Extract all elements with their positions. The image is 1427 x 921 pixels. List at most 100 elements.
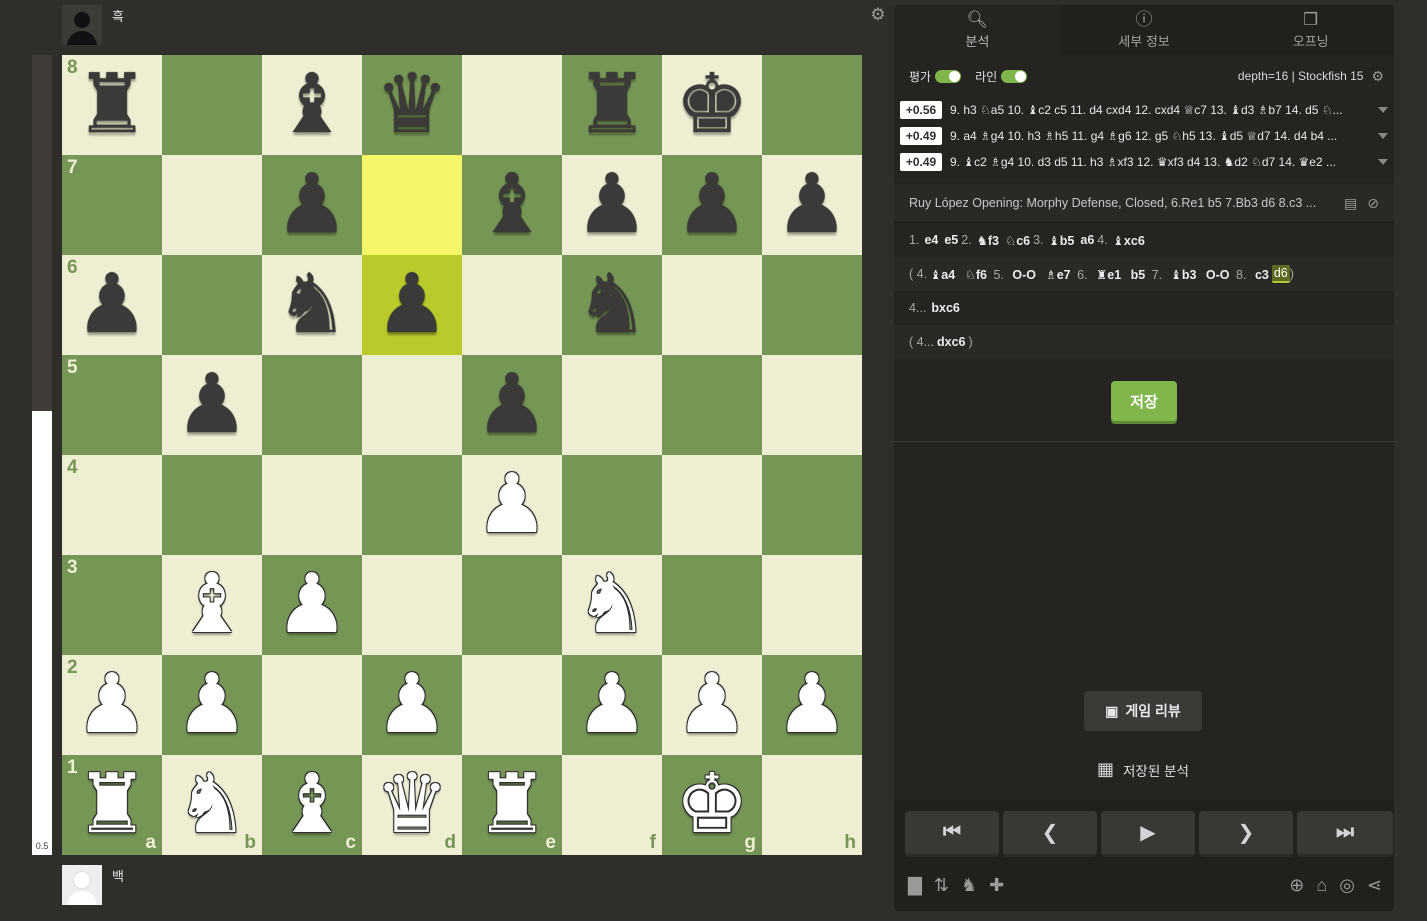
square-c6[interactable]: ♞ bbox=[262, 255, 362, 355]
square-d2[interactable]: ♟ bbox=[362, 655, 462, 755]
square-f8[interactable]: ♜ bbox=[562, 55, 662, 155]
black-knight-piece[interactable]: ♞ bbox=[275, 264, 349, 346]
white-pawn-piece[interactable]: ♟ bbox=[775, 664, 849, 746]
move[interactable]: ♝b3 bbox=[1171, 268, 1197, 282]
square-h6[interactable] bbox=[762, 255, 862, 355]
move[interactable]: ♝a4 bbox=[930, 268, 955, 282]
square-a3[interactable]: 3 bbox=[62, 555, 162, 655]
square-c5[interactable] bbox=[262, 355, 362, 455]
square-e7[interactable]: ♝ bbox=[462, 155, 562, 255]
expand-line-chevron-down-icon[interactable] bbox=[1378, 159, 1388, 165]
white-king-piece[interactable]: ♚ bbox=[675, 764, 749, 846]
move[interactable]: e5 bbox=[944, 233, 958, 247]
engine-line[interactable]: +0.49 9. a4 ♗g4 10. h3 ♗h5 11. g4 ♗g6 12… bbox=[894, 123, 1394, 149]
engine-line-moves[interactable]: 9. ♝c2 ♗g4 10. d3 d5 11. h3 ♗xf3 12. ♛xf… bbox=[950, 155, 1372, 169]
square-f4[interactable] bbox=[562, 455, 662, 555]
flip-board-icon[interactable]: ⇅ bbox=[934, 875, 949, 895]
white-player-avatar[interactable] bbox=[62, 865, 102, 905]
square-f3[interactable]: ♞ bbox=[562, 555, 662, 655]
square-d3[interactable] bbox=[362, 555, 462, 655]
move[interactable]: ♗e7 bbox=[1046, 268, 1071, 282]
move[interactable]: ♝xc6 bbox=[1113, 233, 1145, 248]
play-button[interactable]: ▶ bbox=[1101, 811, 1195, 857]
black-bishop-piece[interactable]: ♝ bbox=[475, 164, 549, 246]
tab-openings[interactable]: ❒ 오프닝 bbox=[1227, 5, 1394, 55]
engine-line-moves[interactable]: 9. h3 ♘a5 10. ♝c2 c5 11. d4 cxd4 12. cxd… bbox=[950, 103, 1372, 117]
black-king-piece[interactable]: ♚ bbox=[675, 64, 749, 146]
compass-icon[interactable]: ⊘ bbox=[1367, 195, 1379, 212]
black-pawn-piece[interactable]: ♟ bbox=[75, 264, 149, 346]
opening-name[interactable]: Ruy López Opening: Morphy Defense, Close… bbox=[909, 196, 1334, 210]
black-player-avatar[interactable] bbox=[62, 5, 102, 45]
white-rook-piece[interactable]: ♜ bbox=[475, 764, 549, 846]
engine-line[interactable]: +0.49 9. ♝c2 ♗g4 10. d3 d5 11. h3 ♗xf3 1… bbox=[894, 149, 1394, 175]
white-pawn-piece[interactable]: ♟ bbox=[475, 464, 549, 546]
save-button[interactable]: 저장 bbox=[1111, 381, 1177, 421]
square-f6[interactable]: ♞ bbox=[562, 255, 662, 355]
square-g3[interactable] bbox=[662, 555, 762, 655]
engine-line-moves[interactable]: 9. a4 ♗g4 10. h3 ♗h5 11. g4 ♗g6 12. g5 ♘… bbox=[950, 129, 1372, 143]
share-icon[interactable]: ⋖ bbox=[1367, 875, 1382, 895]
square-h1[interactable]: h bbox=[762, 755, 862, 855]
black-pawn-piece[interactable]: ♟ bbox=[175, 364, 249, 446]
square-e5[interactable]: ♟ bbox=[462, 355, 562, 455]
engine-settings-gear-icon[interactable]: ⚙ bbox=[1371, 68, 1384, 85]
square-c8[interactable]: ♝ bbox=[262, 55, 362, 155]
black-queen-piece[interactable]: ♛ bbox=[375, 64, 449, 146]
square-e3[interactable] bbox=[462, 555, 562, 655]
board-settings-gear-icon[interactable]: ⚙ bbox=[869, 6, 887, 24]
white-knight-piece[interactable]: ♞ bbox=[575, 564, 649, 646]
move[interactable]: ♘f6 bbox=[965, 268, 987, 282]
book-icon[interactable]: ▤ bbox=[1344, 195, 1357, 212]
square-e2[interactable] bbox=[462, 655, 562, 755]
white-pawn-piece[interactable]: ♟ bbox=[575, 664, 649, 746]
square-g6[interactable] bbox=[662, 255, 762, 355]
square-g8[interactable]: ♚ bbox=[662, 55, 762, 155]
move[interactable]: ♞f3 bbox=[977, 233, 999, 248]
pieces-icon[interactable]: ♞ bbox=[961, 875, 977, 895]
move[interactable]: O-O bbox=[1206, 268, 1230, 282]
square-d8[interactable]: ♛ bbox=[362, 55, 462, 155]
black-pawn-piece[interactable]: ♟ bbox=[675, 164, 749, 246]
square-e1[interactable]: e ♜ bbox=[462, 755, 562, 855]
move[interactable]: b5 bbox=[1131, 268, 1146, 282]
tab-details[interactable]: ⓘ 세부 정보 bbox=[1061, 5, 1228, 55]
white-queen-piece[interactable]: ♛ bbox=[375, 764, 449, 846]
square-b3[interactable]: ♝ bbox=[162, 555, 262, 655]
square-a2[interactable]: 2 ♟ bbox=[62, 655, 162, 755]
expand-line-chevron-down-icon[interactable] bbox=[1378, 133, 1388, 139]
square-d7[interactable] bbox=[362, 155, 462, 255]
black-pawn-piece[interactable]: ♟ bbox=[275, 164, 349, 246]
next-move-button[interactable]: ❯ bbox=[1199, 811, 1293, 857]
white-knight-piece[interactable]: ♞ bbox=[175, 764, 249, 846]
last-move-button[interactable]: ⏭ bbox=[1297, 811, 1393, 857]
square-g1[interactable]: g ♚ bbox=[662, 755, 762, 855]
square-e4[interactable]: ♟ bbox=[462, 455, 562, 555]
square-c7[interactable]: ♟ bbox=[262, 155, 362, 255]
expand-line-chevron-down-icon[interactable] bbox=[1378, 107, 1388, 113]
black-pawn-piece[interactable]: ♟ bbox=[475, 364, 549, 446]
white-pawn-piece[interactable]: ♟ bbox=[275, 564, 349, 646]
black-knight-piece[interactable]: ♞ bbox=[575, 264, 649, 346]
square-b2[interactable]: ♟ bbox=[162, 655, 262, 755]
saved-analysis-link[interactable]: ▦ 저장된 분석 bbox=[1097, 759, 1189, 780]
bottom-player-name[interactable]: 백 bbox=[112, 866, 124, 885]
square-b4[interactable] bbox=[162, 455, 262, 555]
square-g7[interactable]: ♟ bbox=[662, 155, 762, 255]
square-e6[interactable] bbox=[462, 255, 562, 355]
white-pawn-piece[interactable]: ♟ bbox=[175, 664, 249, 746]
top-player-name[interactable]: 흑 bbox=[112, 6, 124, 25]
previous-move-button[interactable]: ❮ bbox=[1003, 811, 1097, 857]
square-h4[interactable] bbox=[762, 455, 862, 555]
square-a6[interactable]: 6 ♟ bbox=[62, 255, 162, 355]
square-a5[interactable]: 5 bbox=[62, 355, 162, 455]
square-f2[interactable]: ♟ bbox=[562, 655, 662, 755]
eval-toggle[interactable] bbox=[935, 69, 962, 83]
game-review-button[interactable]: ▣ 게임 리뷰 bbox=[1084, 691, 1202, 731]
square-c2[interactable] bbox=[262, 655, 362, 755]
move[interactable]: bxc6 bbox=[931, 301, 960, 315]
square-c4[interactable] bbox=[262, 455, 362, 555]
bar-chart-icon[interactable]: ▇ bbox=[908, 875, 922, 895]
chess-board[interactable]: 8 ♜ ♝ ♛ ♜ ♚ 7 ♟ ♝ ♟ ♟ ♟ 6 ♟ ♞ ♟ ♞ 5 ♟ ♟ 4 ♟ 3 ♝ ♟ ♞ 2 ♟ ♟ ♟ ♟ ♟ ♟ 1 a ♜ b ♞ c ♝… bbox=[62, 55, 862, 855]
move[interactable]: ♜e1 bbox=[1096, 268, 1121, 282]
